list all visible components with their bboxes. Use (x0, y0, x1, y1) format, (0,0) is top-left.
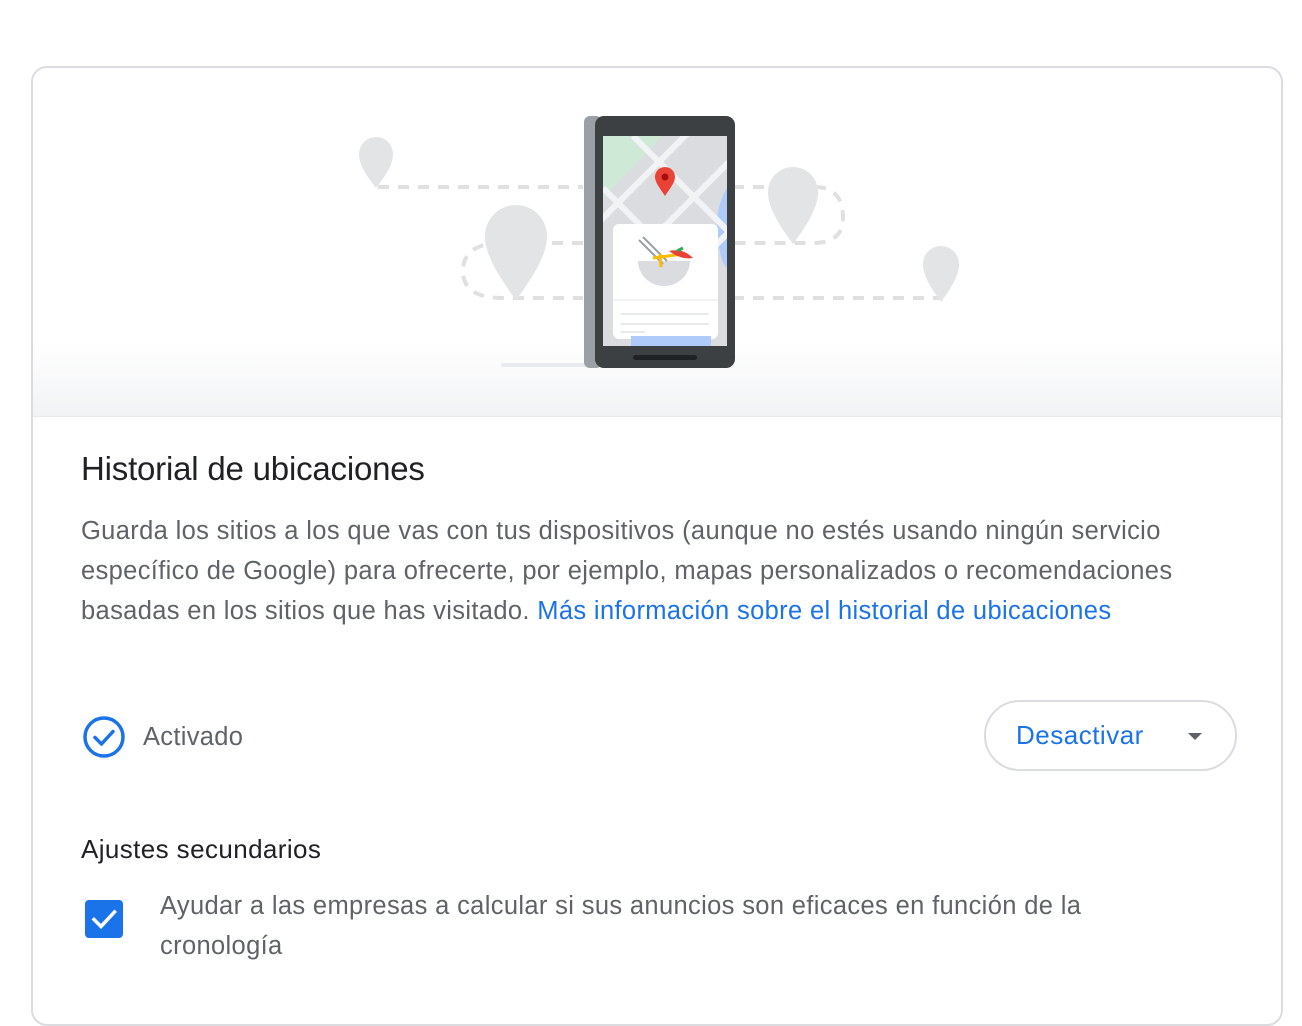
status-indicator: Activado (81, 714, 243, 760)
ad-measurement-label: Ayudar a las empresas a calcular si sus … (160, 892, 1082, 960)
checkmark-icon (91, 909, 117, 930)
check-circle-icon (83, 716, 125, 758)
location-history-card: Historial de ubicaciones Guarda los siti… (31, 66, 1283, 1026)
deactivate-button-label: Desactivar (1016, 720, 1144, 750)
hero-illustration (33, 68, 1281, 417)
secondary-settings-title: Ajustes secundarios (81, 834, 322, 864)
card-description: Guarda los sitios a los que vas con tus … (81, 511, 1201, 631)
ad-measurement-checkbox[interactable] (85, 900, 123, 938)
caret-down-icon (1188, 733, 1202, 740)
learn-more-link[interactable]: Más información sobre el historial de ub… (537, 597, 1111, 625)
page-title: Historial de ubicaciones (81, 450, 425, 487)
deactivate-dropdown-button[interactable]: Desactivar (984, 700, 1237, 771)
status-label: Activado (143, 722, 244, 751)
